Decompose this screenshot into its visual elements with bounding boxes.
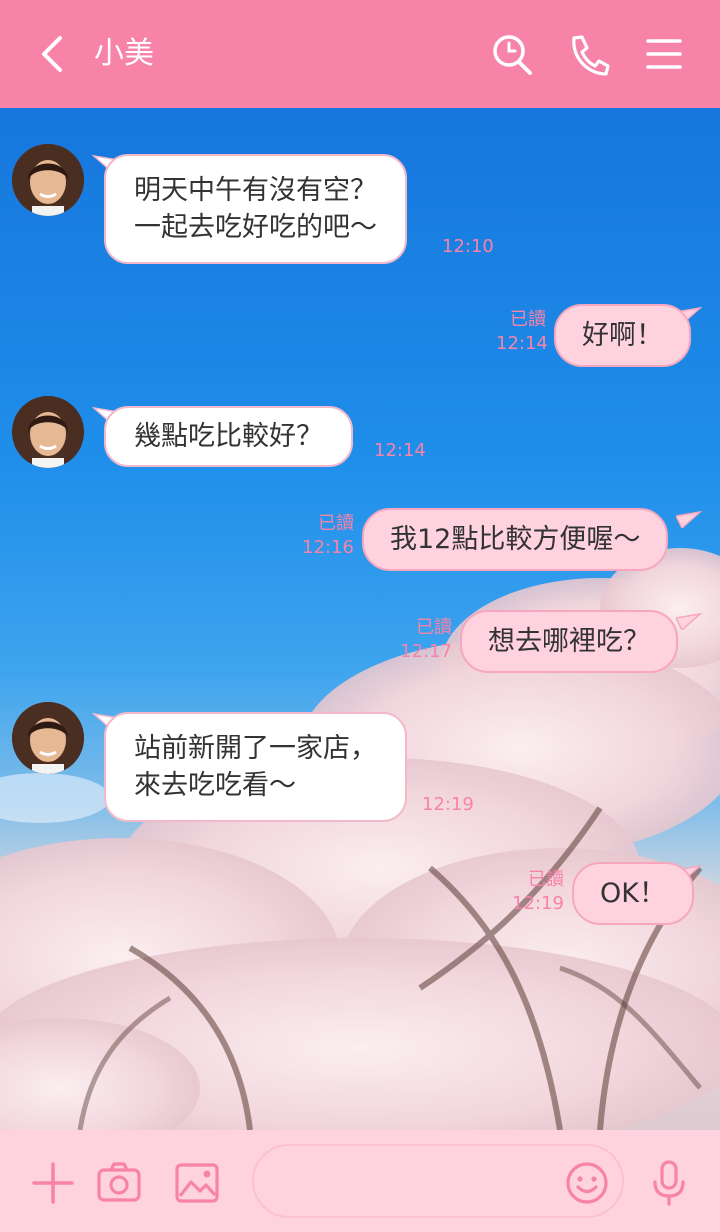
outgoing-message[interactable]: 我12點比較方便喔～ <box>362 508 669 571</box>
outgoing-message[interactable]: 好啊！ <box>554 304 691 367</box>
input-bar <box>0 1130 720 1232</box>
contact-name: 小美 <box>94 36 154 71</box>
incoming-message[interactable]: 站前新開了一家店， 來去吃吃看～ <box>104 712 407 822</box>
bubble-tail <box>676 510 702 528</box>
menu-icon[interactable] <box>642 30 686 78</box>
avatar[interactable] <box>12 144 84 216</box>
read-receipt: 已讀 12:16 <box>302 513 354 558</box>
outgoing-message[interactable]: 想去哪裡吃？ <box>460 610 678 673</box>
outgoing-message[interactable]: OK！ <box>572 862 694 925</box>
read-receipt: 已讀 12:14 <box>496 309 548 354</box>
avatar[interactable] <box>12 396 84 468</box>
message-time: 12:10 <box>442 236 494 257</box>
image-icon[interactable] <box>174 1160 220 1206</box>
phone-icon[interactable] <box>566 30 610 78</box>
message-time: 12:19 <box>422 794 474 815</box>
bubble-tail <box>676 612 702 630</box>
incoming-message[interactable]: 幾點吃比較好？ <box>104 406 353 467</box>
read-receipt: 已讀 12:17 <box>400 617 452 662</box>
chat-area[interactable]: 明天中午有沒有空？ 一起去吃好吃的吧～ 12:10 已讀 12:14 好啊！ 幾點… <box>0 108 720 1130</box>
mic-icon[interactable] <box>646 1160 692 1206</box>
emoji-icon[interactable] <box>564 1160 610 1206</box>
message-time: 12:14 <box>374 440 426 461</box>
search-icon[interactable] <box>490 30 534 78</box>
avatar[interactable] <box>12 702 84 774</box>
read-receipt: 已讀 12:19 <box>512 869 564 914</box>
incoming-message[interactable]: 明天中午有沒有空？ 一起去吃好吃的吧～ <box>104 154 407 264</box>
camera-icon[interactable] <box>96 1160 142 1206</box>
back-icon[interactable] <box>30 30 74 78</box>
chat-header: 小美 <box>0 0 720 108</box>
plus-icon[interactable] <box>30 1160 76 1206</box>
